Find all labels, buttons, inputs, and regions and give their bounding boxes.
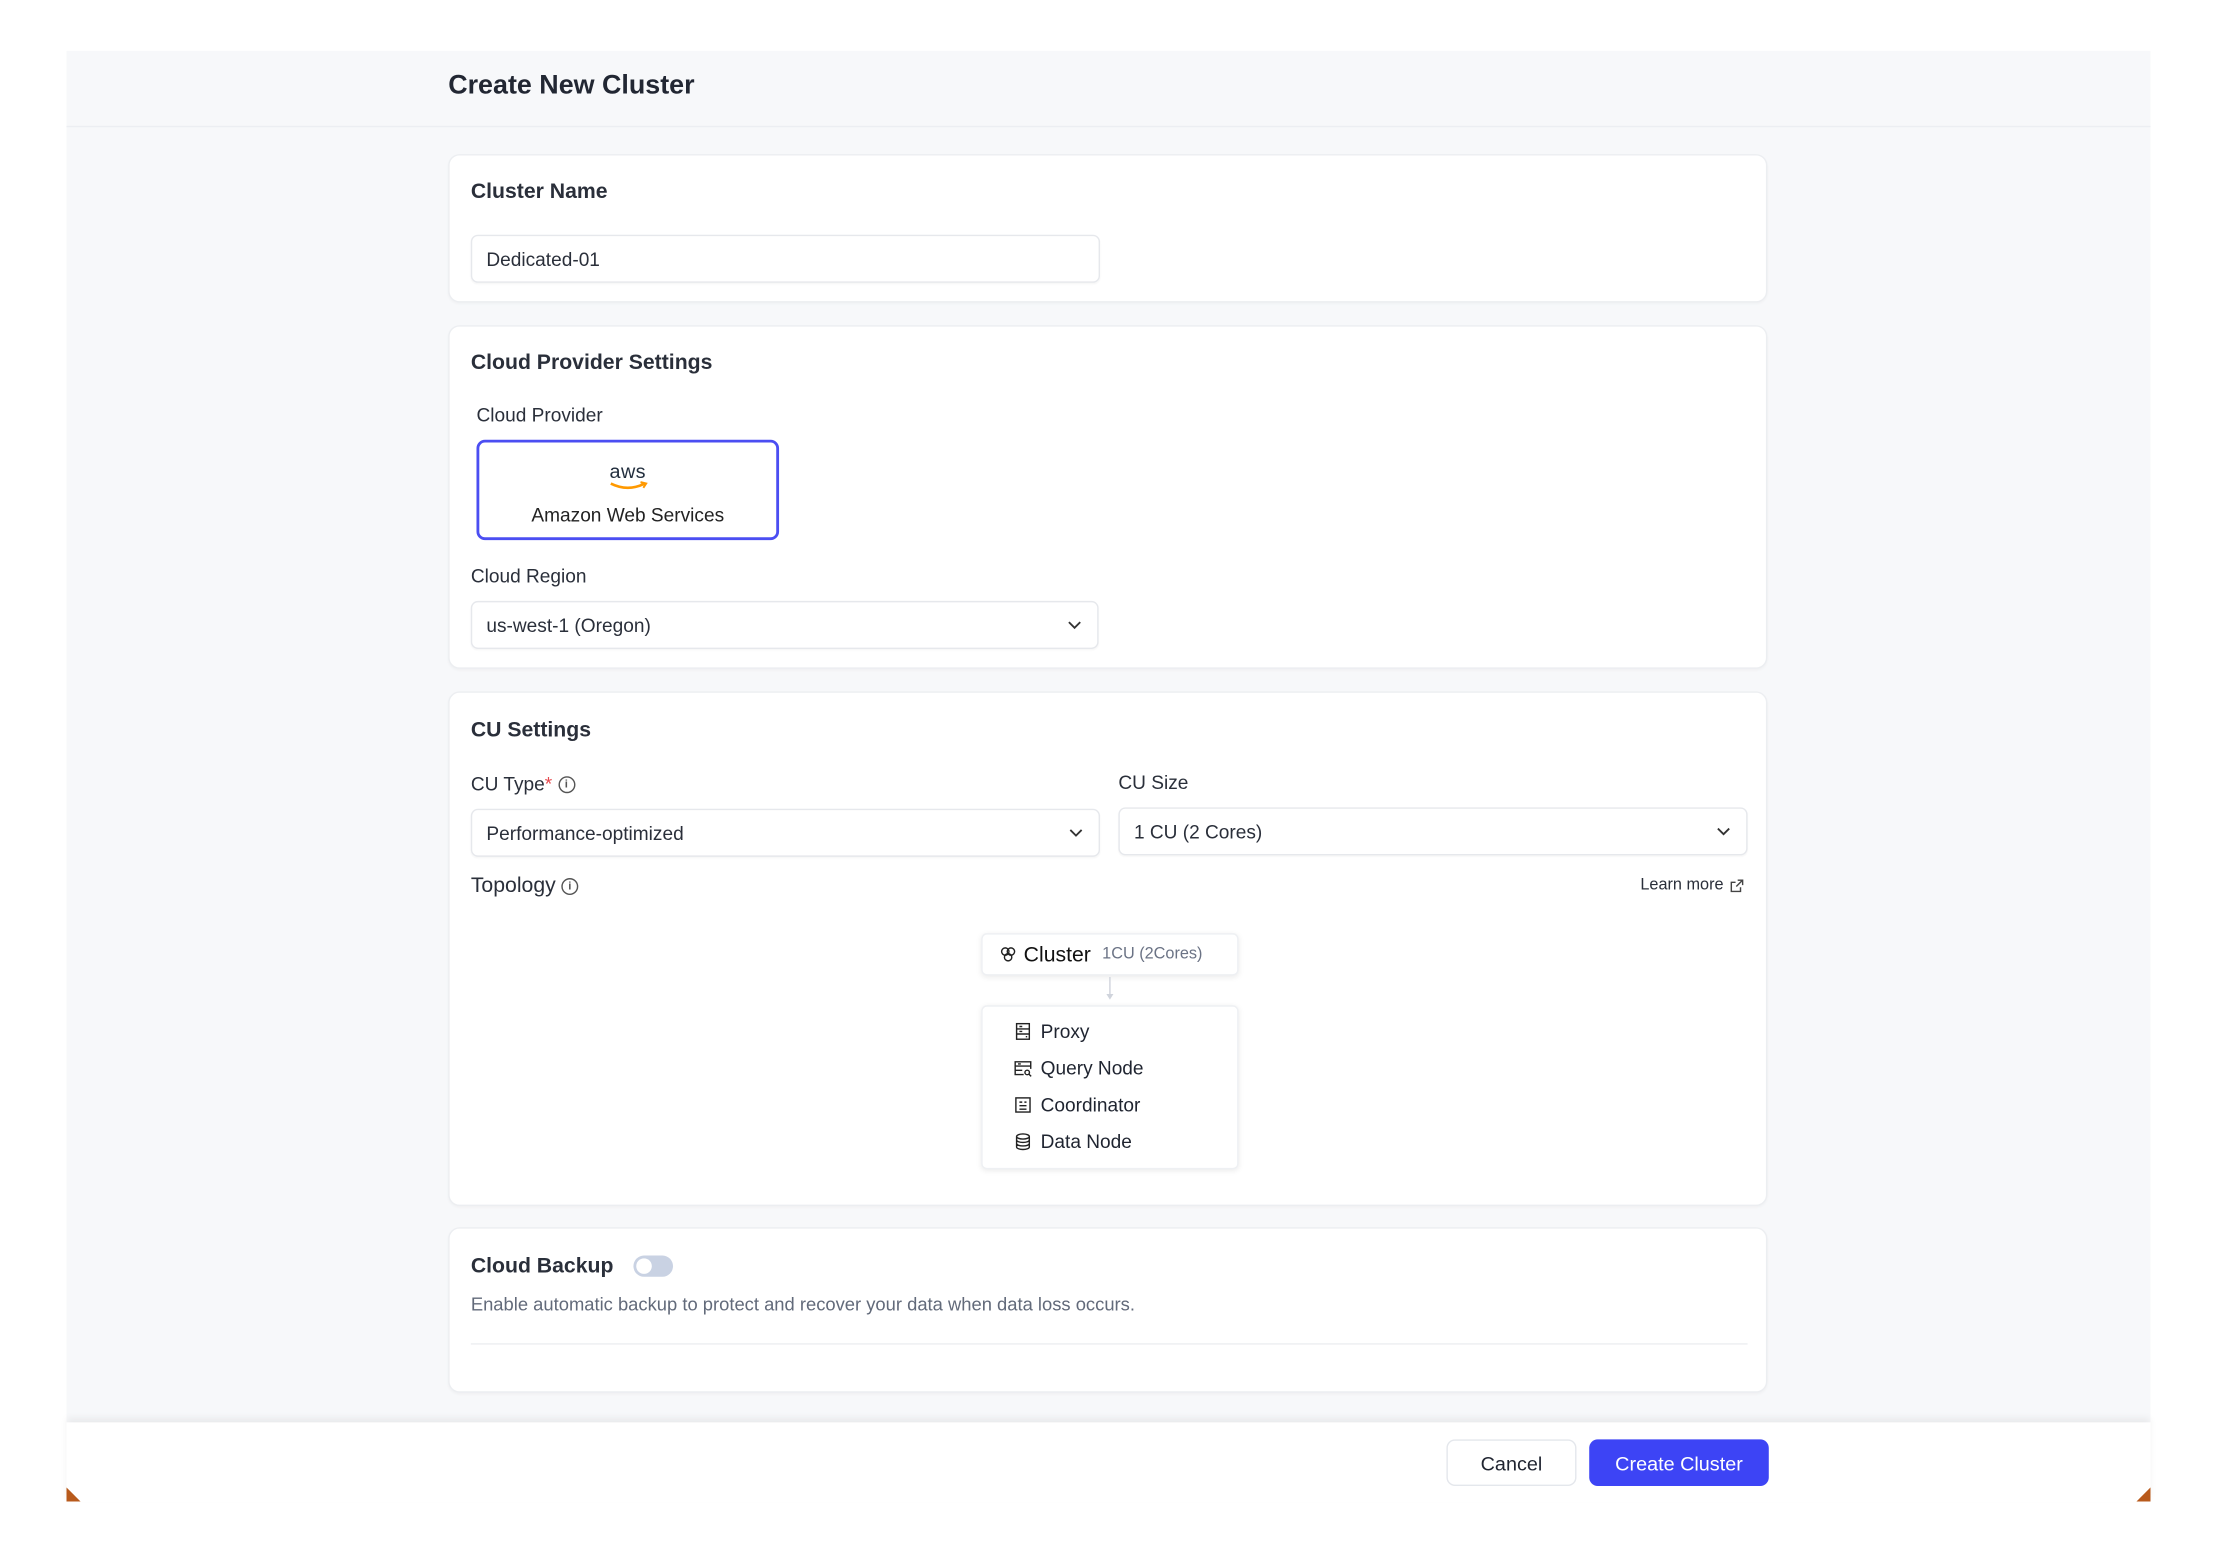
server-icon [1015,1022,1031,1040]
cloud-backup-title: Cloud Backup [470,1254,614,1279]
cu-settings-card: CU Settings CU Type* i CU Size Performanc… [448,691,1768,1207]
aws-logo-icon: aws [479,460,776,491]
page-title: Create New Cluster [448,70,695,101]
cluster-name-card: Cluster Name Dedicated-01 [448,154,1768,303]
cu-type-select[interactable]: Performance-optimized [470,808,1101,857]
cloud-backup-description: Enable automatic backup to protect and r… [470,1293,1135,1315]
cu-size-select[interactable]: 1 CU (2 Cores) [1118,807,1748,856]
cloud-backup-card: Cloud Backup Enable automatic backup to … [448,1227,1768,1393]
cancel-button[interactable]: Cancel [1446,1439,1577,1487]
cluster-icon [1000,947,1016,962]
node-label: Data Node [1040,1131,1132,1153]
cluster-label: Cluster [1023,942,1091,967]
cluster-name-title: Cluster Name [470,179,608,204]
cloud-provider-title: Cloud Provider Settings [470,350,713,375]
query-server-icon [1014,1061,1032,1077]
cloud-provider-card: Cloud Provider Settings Cloud Provider a… [448,325,1768,669]
cu-settings-title: CU Settings [470,718,592,743]
cluster-name-value: Dedicated-01 [486,248,600,270]
cu-type-value: Performance-optimized [486,822,684,844]
cloud-region-value: us-west-1 (Oregon) [486,614,651,636]
cu-type-label: CU Type* i [470,773,575,795]
topology-nodes-box: Proxy Query Node Coordinator Data Node [981,1005,1239,1170]
info-icon[interactable]: i [561,878,579,896]
info-icon[interactable]: i [557,776,575,794]
cloud-region-label: Cloud Region [470,565,587,587]
cluster-name-input[interactable]: Dedicated-01 [470,234,1101,283]
required-mark: * [544,773,553,795]
cu-type-label-text: CU Type [470,773,545,795]
learn-more-text: Learn more [1640,876,1724,894]
node-coordinator: Coordinator [1014,1094,1141,1116]
database-icon [1015,1133,1031,1151]
node-query: Query Node [1014,1058,1144,1079]
external-link-icon [1730,878,1744,892]
chevron-down-icon [1068,621,1081,630]
cloud-region-select[interactable]: us-west-1 (Oregon) [470,600,1099,649]
provider-name: Amazon Web Services [531,504,725,526]
divider [470,1343,1748,1345]
cu-size-value: 1 CU (2 Cores) [1133,820,1263,842]
chevron-down-icon [1069,829,1083,837]
node-label: Query Node [1040,1057,1144,1079]
cloud-backup-toggle[interactable] [633,1255,673,1277]
topology-label-text: Topology [470,873,556,898]
chevron-down-icon [1717,827,1730,836]
node-proxy: Proxy [1014,1020,1090,1043]
topology-cluster-node: Cluster 1CU (2Cores) [981,933,1239,976]
node-label: Proxy [1040,1020,1090,1043]
cu-size-label: CU Size [1118,771,1189,794]
node-label: Coordinator [1040,1094,1141,1116]
coordinator-icon [1015,1097,1031,1113]
cloud-provider-label: Cloud Provider [476,404,603,426]
cloud-backup-header: Cloud Backup [471,1254,673,1278]
topology-arrow [1106,977,1114,1000]
create-cluster-button[interactable]: Create Cluster [1589,1439,1769,1487]
node-data: Data Node [1014,1131,1132,1152]
cluster-size: 1CU (2Cores) [1102,945,1203,963]
footer-bar [66,1422,2151,1502]
header-divider [66,125,2151,128]
topology-label: Topology i [471,874,579,898]
learn-more-link[interactable]: Learn more [1640,877,1744,894]
provider-option-aws[interactable]: aws Amazon Web Services [476,439,780,541]
